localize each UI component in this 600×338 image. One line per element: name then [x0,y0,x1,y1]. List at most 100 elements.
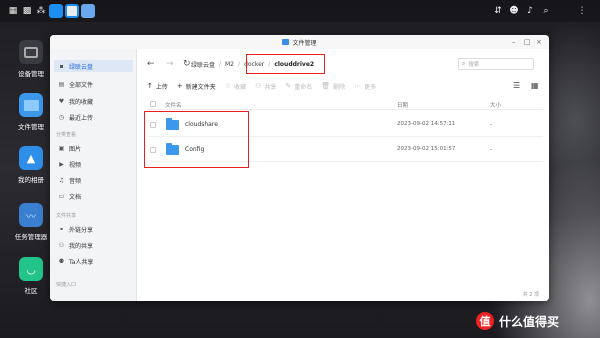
heart-icon: ♥ [58,97,65,105]
toolbar: ↑ 上传 + 新建文件夹 ☆ 收藏 ⚇ 共享 ✎ 重命名 🗑 删除 ⋯ 更多 [147,81,385,91]
sidebar-item-recent[interactable]: ◷ 最近上传 [54,111,133,123]
dock-label: 文件管理 [18,123,44,131]
folder-icon [19,93,43,117]
sidebar-item-label: 最近上传 [69,114,94,122]
rename-button[interactable]: ✎ 重命名 [285,82,312,91]
share-icon[interactable]: ⁂ [35,5,47,17]
section-sharing: 文件共享 [56,213,77,219]
sidebar-item-documents[interactable]: ▭ 文档 [54,190,133,202]
edit-icon: ✎ [285,82,292,90]
all-files-icon: ▤ [58,80,65,88]
settings-icon[interactable]: ⋮ [576,5,588,17]
sidebar-item-label: 外链分享 [69,226,94,234]
sidebar-item-cloud-disk[interactable]: ▪ 绿联云盘 [54,60,133,72]
search-icon[interactable]: ⌕ [540,5,552,17]
sidebar-item-videos[interactable]: ▶ 视频 [54,158,133,170]
plus-icon: + [176,82,183,90]
link-share-icon: ⚭ [58,225,65,233]
highlight-breadcrumb [246,54,325,74]
table-header: 文件名 日期 大小 [147,100,543,110]
more-button[interactable]: ⋯ 更多 [354,82,376,91]
share-button[interactable]: ⚇ 共享 [255,82,276,91]
file-size: - [490,146,493,153]
sidebar-item-link-share[interactable]: ⚭ 外链分享 [54,223,133,235]
dock-label: 设备管理 [18,70,44,78]
sidebar-item-label: 全部文件 [69,81,94,89]
back-button[interactable]: ← [147,59,155,69]
video-icon: ▶ [59,160,64,168]
sort-icon[interactable]: ☰ [513,81,520,91]
column-size[interactable]: 大小 [490,101,501,109]
clock-icon: ◷ [58,113,65,121]
dock-item-files[interactable]: 文件管理 [8,93,54,131]
cloud-disk-icon: ▪ [59,62,64,70]
window-title: 文件管理 [292,39,317,47]
audio-icon: ♫ [58,176,65,184]
new-folder-button[interactable]: + 新建文件夹 [177,82,216,91]
main-panel: ← → ↻ 绿联云盘 / M2 / docker / clouddrive2 ⌕… [138,49,549,301]
others-share-icon: ⚉ [58,257,65,265]
network-icon[interactable]: ⇵ [492,5,504,17]
my-share-icon: ⚇ [58,241,65,249]
sidebar-item-label: 文档 [69,193,82,201]
search-placeholder: 搜索 [468,62,480,68]
sidebar-item-others-share[interactable]: ⚉ Ta人共享 [54,255,133,267]
column-date[interactable]: 日期 [397,101,408,109]
dock-item-tasks[interactable]: 〰 任务管理器 [8,203,54,241]
upload-icon: ↑ [147,82,153,90]
sidebar-item-label: Ta人共享 [69,258,94,266]
minimize-icon[interactable]: – [512,38,516,46]
sidebar-item-all-files[interactable]: ▤ 全部文件 [54,78,133,90]
camera-app-icon[interactable] [49,4,63,18]
file-date: 2023-09-02 15:01:57 [397,146,456,152]
chart-icon: 〰 [19,203,43,227]
system-top-bar: ▦ ▩ ⁂ ⇵ ☻ ♪ ⌕ ⋮ [0,0,600,22]
section-shortcuts: 快捷入口 [56,282,77,288]
sidebar-item-label: 我的共享 [69,242,94,250]
dock-item-community[interactable]: ◡ 社区 [8,257,54,295]
breadcrumb-item[interactable]: M2 [225,61,234,68]
share-icon: ⚇ [255,82,262,90]
close-icon[interactable]: × [536,38,542,46]
apps-icon[interactable]: ▩ [21,5,33,17]
sidebar-item-label: 音频 [69,177,82,185]
image-icon: ▣ [58,144,65,152]
breadcrumb-item[interactable]: 绿联云盘 [191,60,215,69]
sidebar-item-label: 视频 [69,161,82,169]
sidebar-item-images[interactable]: ▣ 图片 [54,142,133,154]
watermark-badge: 值 [476,312,494,330]
grid-view-icon[interactable]: ▦ [531,81,539,91]
dock-label: 社区 [24,287,38,295]
star-icon: ☆ [224,82,232,90]
search-icon: ⌕ [462,60,466,67]
column-name[interactable]: 文件名 [165,101,182,109]
grid-icon[interactable]: ▦ [7,5,19,17]
sidebar-item-my-share[interactable]: ⚇ 我的共享 [54,239,133,251]
sidebar-item-label: 图片 [69,145,82,153]
more-icon: ⋯ [354,82,362,90]
dock-label: 任务管理器 [14,233,48,241]
maximize-icon[interactable]: □ [524,38,531,46]
upload-button[interactable]: ↑ 上传 [147,82,168,91]
window-app-icon[interactable] [65,4,79,18]
document-icon: ▭ [58,192,65,200]
delete-button[interactable]: 🗑 删除 [321,82,345,91]
notification-icon[interactable]: ♪ [524,5,536,17]
watermark: 值 什么值得买 [476,307,600,335]
sidebar-item-favorites[interactable]: ♥ 我的收藏 [54,95,133,107]
file-date: 2023-09-02 14:57:11 [397,121,456,127]
search-input[interactable]: ⌕ 搜索 [458,58,534,70]
folder-icon [282,39,290,45]
highlight-folders [144,111,249,168]
favorite-button[interactable]: ☆ 收藏 [225,82,246,91]
dock-item-photos[interactable]: ▲ 我的相册 [8,146,54,184]
file-app-icon[interactable] [81,4,95,18]
user-icon[interactable]: ☻ [508,5,520,17]
sidebar-item-audio[interactable]: ♫ 音频 [54,174,133,186]
select-all-checkbox[interactable] [150,101,156,107]
dock-item-device[interactable]: 设备管理 [8,40,54,78]
refresh-button[interactable]: ↻ [183,59,191,69]
forward-button[interactable]: → [166,59,174,69]
window-titlebar[interactable]: 文件管理 – □ × [50,35,549,49]
watermark-text: 什么值得买 [499,314,560,329]
